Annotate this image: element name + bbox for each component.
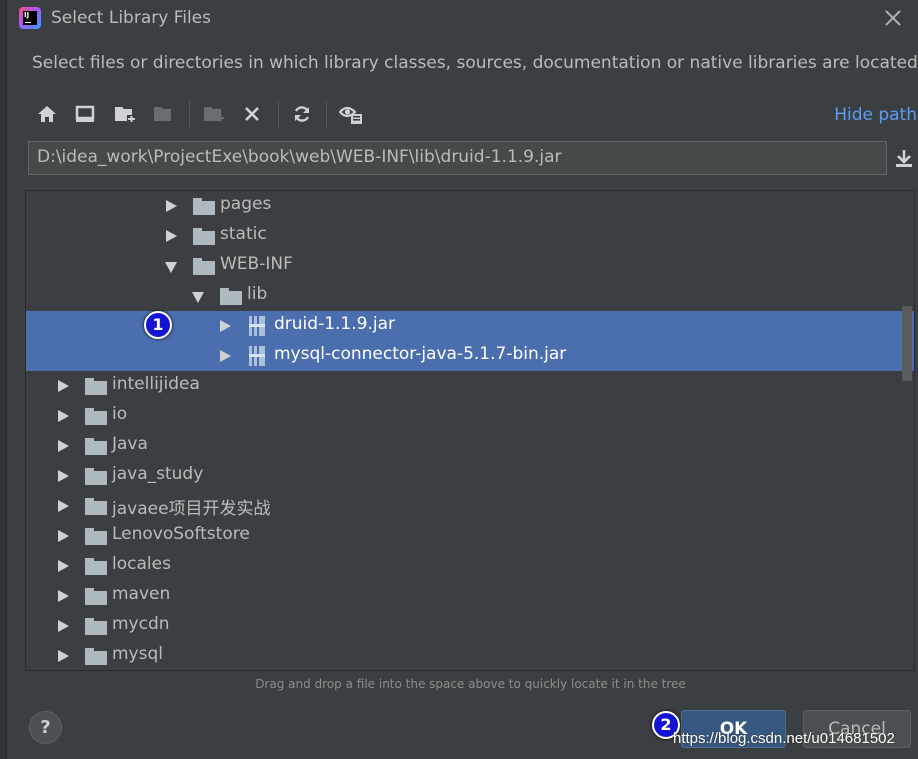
tree-row-mycdn[interactable]: mycdn <box>26 611 914 641</box>
tree-item-label: intellijidea <box>112 374 200 394</box>
drag-drop-hint: Drag and drop a file into the space abov… <box>255 677 686 691</box>
tree-row-maven[interactable]: maven <box>26 581 914 611</box>
tree-item-label: druid-1.1.9.jar <box>274 314 395 334</box>
tree-item-label: maven <box>112 584 171 604</box>
tree-row-intellijidea[interactable]: intellijidea <box>26 371 914 401</box>
tree-row-locales[interactable]: locales <box>26 551 914 581</box>
folder-icon <box>193 258 215 275</box>
expand-arrow-icon[interactable] <box>58 470 69 482</box>
folder-icon <box>85 378 107 395</box>
delete-icon[interactable] <box>237 99 267 129</box>
tree-row-mysql-connector-jar[interactable]: mysql-connector-java-5.1.7-bin.jar <box>26 341 914 371</box>
toolbar-separator <box>326 101 327 129</box>
folder-icon <box>85 558 107 575</box>
expand-arrow-icon[interactable] <box>166 230 177 242</box>
jar-archive-icon <box>249 346 265 366</box>
annotation-badge-1: 1 <box>144 311 172 339</box>
collapse-arrow-icon[interactable] <box>192 292 204 303</box>
title-bar: IJ Select Library Files <box>7 0 918 38</box>
path-input[interactable]: D:\idea_work\ProjectExe\book\web\WEB-INF… <box>28 141 887 175</box>
intellij-logo-icon: IJ <box>19 7 41 29</box>
tree-item-label: Java <box>112 434 148 454</box>
folder-icon <box>85 648 107 665</box>
folder-icon <box>85 468 107 485</box>
toolbar-separator <box>278 101 279 129</box>
help-button[interactable]: ? <box>29 711 62 744</box>
expand-arrow-icon[interactable] <box>58 650 69 662</box>
tree-row-java-study[interactable]: java_study <box>26 461 914 491</box>
expand-arrow-icon[interactable] <box>58 530 69 542</box>
collapse-arrow-icon[interactable] <box>165 262 177 273</box>
tree-item-label: io <box>112 404 128 424</box>
file-tree[interactable]: pages static WEB-INF lib druid-1.1.9.jar… <box>25 190 915 671</box>
expand-arrow-icon[interactable] <box>166 200 177 212</box>
toolbar-separator <box>189 101 190 129</box>
refresh-icon[interactable] <box>287 99 317 129</box>
folder-icon <box>193 198 215 215</box>
tree-item-label: LenovoSoftstore <box>112 524 250 544</box>
tree-item-label: mycdn <box>112 614 170 634</box>
left-edge-panel <box>0 0 7 759</box>
folder-icon <box>85 438 107 455</box>
folder-icon <box>85 588 107 605</box>
tree-scrollbar[interactable] <box>902 306 912 381</box>
folder-icon <box>220 288 242 305</box>
tree-item-label: mysql-connector-java-5.1.7-bin.jar <box>274 344 567 364</box>
expand-arrow-icon[interactable] <box>58 500 69 512</box>
folder-icon <box>85 618 107 635</box>
folder-icon <box>85 528 107 545</box>
tree-item-label: static <box>220 224 267 244</box>
expand-arrow-icon[interactable] <box>58 560 69 572</box>
tree-item-label: javaee项目开发实战 <box>112 499 271 519</box>
tree-item-label: pages <box>220 194 272 214</box>
tree-row-io[interactable]: io <box>26 401 914 431</box>
jar-archive-icon <box>249 316 265 336</box>
home-icon[interactable] <box>32 99 62 129</box>
tree-item-label: mysql <box>112 644 163 664</box>
desktop-icon[interactable] <box>70 99 100 129</box>
new-folder-icon[interactable] <box>110 99 140 129</box>
tree-row-lenovosoftstore[interactable]: LenovoSoftstore <box>26 521 914 551</box>
tree-row-mysql[interactable]: mysql <box>26 641 914 670</box>
tree-item-label: WEB-INF <box>220 254 293 274</box>
file-chooser-toolbar: Hide path <box>25 97 918 133</box>
new-folder-disabled-icon <box>199 99 229 129</box>
expand-arrow-icon[interactable] <box>220 350 231 362</box>
dialog-description: Select files or directories in which lib… <box>32 53 918 73</box>
expand-arrow-icon[interactable] <box>220 320 231 332</box>
tree-row-static[interactable]: static <box>26 221 914 251</box>
tree-item-label: locales <box>112 554 171 574</box>
expand-arrow-icon[interactable] <box>58 620 69 632</box>
show-hidden-icon[interactable] <box>336 99 366 129</box>
tree-row-pages[interactable]: pages <box>26 191 914 221</box>
new-folder-disabled-icon <box>149 99 179 129</box>
expand-arrow-icon[interactable] <box>58 410 69 422</box>
tree-item-label: java_study <box>112 464 204 484</box>
expand-arrow-icon[interactable] <box>58 380 69 392</box>
tree-item-label: lib <box>247 284 268 304</box>
download-icon[interactable] <box>893 147 915 169</box>
tree-row-lib[interactable]: lib <box>26 281 914 311</box>
tree-row-java[interactable]: Java <box>26 431 914 461</box>
folder-icon <box>193 228 215 245</box>
hide-path-link[interactable]: Hide path <box>834 105 917 125</box>
tree-row-web-inf[interactable]: WEB-INF <box>26 251 914 281</box>
expand-arrow-icon[interactable] <box>58 440 69 452</box>
tree-row-javaee[interactable]: javaee项目开发实战 <box>26 491 914 521</box>
expand-arrow-icon[interactable] <box>58 590 69 602</box>
dialog-title: Select Library Files <box>51 8 211 28</box>
folder-icon <box>85 408 107 425</box>
watermark-text: https://blog.csdn.net/u014681502 <box>673 730 895 747</box>
folder-icon <box>85 498 107 515</box>
close-icon[interactable] <box>880 5 906 31</box>
